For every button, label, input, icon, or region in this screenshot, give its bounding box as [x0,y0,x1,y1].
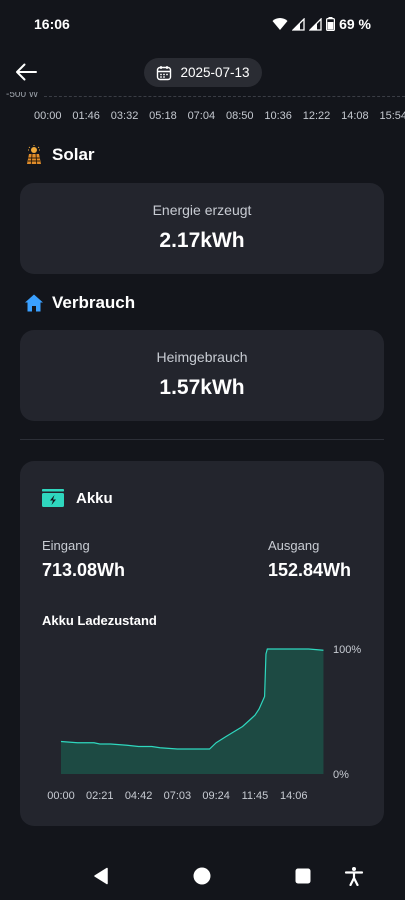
power-chart-tick: 10:36 [264,110,292,122]
soc-x-tick: 02:21 [86,790,114,802]
date-picker-button[interactable]: 2025-07-13 [144,58,262,87]
power-chart-x-ticks: 00:00 01:46 03:32 05:18 07:04 08:50 10:3… [34,110,405,122]
soc-x-tick: 00:00 [47,790,75,802]
status-time: 16:06 [34,16,70,32]
battery-card: Akku Eingang 713.08Wh Ausgang 152.84Wh A… [20,461,384,826]
solar-title: Solar [52,145,95,164]
soc-area [61,649,324,774]
system-nav-bar [0,852,405,900]
power-chart-tick: 01:46 [72,110,100,122]
power-chart-tick: 12:22 [302,110,331,122]
battery-charge-icon [42,489,64,507]
nav-back-icon[interactable] [92,866,112,886]
status-bar: 16:06 69 % [0,0,405,48]
signal-icon-2 [309,17,322,31]
back-button[interactable] [12,58,40,86]
battery-section-header: Akku [42,489,113,507]
app-bar: 2025-07-13 [0,52,405,92]
accessibility-icon[interactable] [344,866,364,886]
consumption-metric-label: Heimgebrauch [156,349,248,365]
wifi-icon [272,18,288,30]
battery-out-value: 152.84Wh [268,560,352,580]
battery-in-value: 713.08Wh [42,560,126,580]
nav-recents-icon[interactable] [293,866,313,886]
signal-icon [292,17,305,31]
power-chart-tick: 05:18 [149,110,177,122]
power-chart-tick: 00:00 [34,110,62,122]
soc-y-tick: 100% [333,644,361,656]
power-chart-tick: 07:04 [187,110,216,122]
battery-chart-title: Akku Ladezustand [42,613,157,628]
power-chart-gridline [44,96,405,97]
solar-panel-icon [27,145,41,165]
soc-x-tick: 11:45 [242,790,269,802]
date-label: 2025-07-13 [180,65,250,80]
consumption-section-header: Verbrauch [24,293,135,313]
consumption-card: Heimgebrauch 1.57kWh [20,330,384,421]
battery-in-label: Eingang [42,538,90,553]
soc-y-tick: 0% [333,769,349,781]
battery-percent: 69 % [339,16,371,32]
power-chart-tick: 03:32 [110,110,139,122]
section-divider [20,439,384,440]
solar-metric-label: Energie erzeugt [152,202,252,218]
soc-x-tick: 04:42 [125,790,153,802]
status-icons: 69 % [272,16,371,32]
battery-soc-chart: 100% 0% 00:00 02:21 04:42 07:03 09:24 11:45 14:0… [47,644,361,802]
power-chart-axis-label: -500 W [6,92,39,100]
battery-out-label: Ausgang [268,538,320,553]
battery-title: Akku [76,489,113,507]
arrow-left-icon [16,63,37,81]
soc-x-tick: 14:06 [280,790,308,802]
consumption-title: Verbrauch [52,293,136,312]
consumption-metric-value: 1.57kWh [159,376,245,399]
calendar-icon [157,65,172,80]
battery-icon [326,17,336,31]
power-chart-tick: 15:54 [379,110,405,122]
soc-x-tick: 07:03 [164,790,192,802]
solar-card: Energie erzeugt 2.17kWh [20,183,384,274]
soc-x-tick: 09:24 [202,790,230,802]
solar-metric-value: 2.17kWh [159,229,245,252]
power-chart-tick: 14:08 [341,110,369,122]
home-icon [25,294,43,312]
nav-home-icon[interactable] [192,866,212,886]
power-chart-tick: 08:50 [225,110,254,122]
solar-section-header: Solar [24,145,95,165]
